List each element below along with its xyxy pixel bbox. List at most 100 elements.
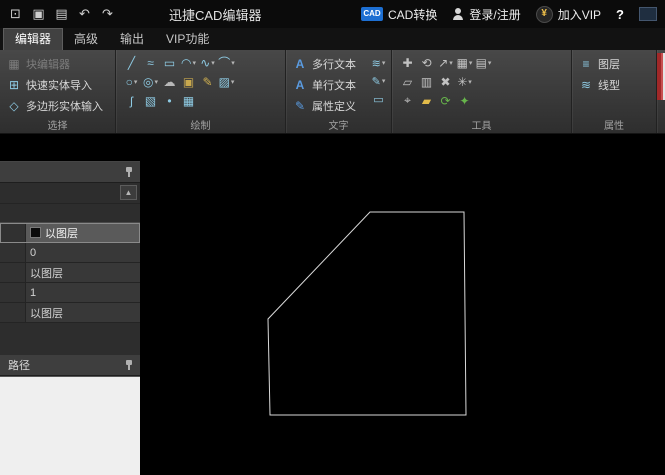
single-line-text-icon: A — [295, 77, 305, 92]
undo-icon[interactable]: ↶ — [75, 4, 94, 24]
login-register-button[interactable]: 登录/注册 — [452, 6, 521, 23]
text-frame-icon[interactable]: ▭ — [370, 91, 387, 107]
cad-convert-button[interactable]: CAD CAD转换 — [361, 6, 437, 23]
line-icon[interactable]: ╱ — [123, 54, 140, 71]
table-icon[interactable]: ▦ — [180, 92, 197, 109]
linetype-icon: ≋ — [580, 77, 592, 92]
property-row-linetype[interactable]: 以图层 — [0, 263, 140, 283]
dropdown-caret[interactable]: ▾ — [231, 59, 235, 67]
image-icon[interactable]: ▣ — [180, 73, 197, 90]
property-row-lineweight[interactable]: 以图层 — [0, 303, 140, 323]
dropdown-caret[interactable]: ▾ — [134, 78, 138, 86]
table-icon-glyph: ▦ — [182, 93, 195, 108]
pencil-icon[interactable]: ✎ — [199, 73, 216, 90]
linetype-button[interactable]: ≋ 线型 — [574, 74, 654, 95]
tab-vip-features[interactable]: VIP功能 — [155, 29, 220, 50]
point-icon[interactable]: • — [161, 92, 178, 109]
path-panel-content — [0, 376, 140, 475]
layer-button[interactable]: ≡ 图层 — [574, 53, 654, 74]
quick-entity-import-button[interactable]: ⊞ 快速实体导入 — [2, 74, 113, 95]
ellipse-icon[interactable]: ◎ ▾ — [142, 73, 159, 90]
block-editor-button[interactable]: ▦ 块编辑器 — [2, 53, 113, 74]
print-icon[interactable]: ▤ — [52, 4, 71, 24]
ribbon-group-tools: ✚ ⟲ ↗ ▾ ▦ ▾ ▤ ▾ ▱ ▥ ✖ ✳ ▾ ⌖ ▰ ⟳ ✦ 工具 — [392, 50, 572, 133]
group-label-text: 文字 — [328, 121, 349, 132]
paste-icon[interactable]: ▥ — [418, 73, 435, 90]
join-vip-label: 加入VIP — [557, 7, 602, 22]
properties-tool-icon-glyph: ▤ — [475, 55, 487, 70]
circle-icon-glyph: ○ — [125, 74, 133, 89]
scroll-up-button[interactable]: ▲ — [120, 185, 137, 200]
text-style-icon[interactable]: ≋ ▾ — [370, 55, 387, 71]
ribbon-group-properties: ≡ 图层 ≋ 线型 属性 — [572, 50, 657, 133]
measure-icon-glyph: ⌖ — [404, 93, 411, 107]
dropdown-caret[interactable]: ▾ — [468, 78, 472, 86]
explode-icon[interactable]: ✳ ▾ — [456, 73, 473, 90]
polygon-entity-input-button[interactable]: ◇ 多边形实体输入 — [2, 95, 113, 116]
path-panel-header[interactable]: 路径 — [0, 355, 140, 376]
erase-icon[interactable]: ✖ — [437, 73, 454, 90]
text-style-icon-glyph: ≋ — [371, 57, 381, 70]
folder-icon[interactable]: ▰ — [418, 92, 435, 109]
property-row-color[interactable]: 以图层 — [0, 223, 140, 243]
array-icon[interactable]: ▦ ▾ — [456, 54, 473, 71]
leader-icon[interactable]: ⌒ ▾ — [218, 54, 235, 71]
rotate-icon[interactable]: ⟲ — [418, 54, 435, 71]
sketch-icon[interactable]: ʃ — [123, 92, 140, 109]
pin-icon[interactable] — [124, 166, 134, 178]
multiline-text-button[interactable]: A 多行文本 — [288, 53, 370, 74]
properties-tool-icon[interactable]: ▤ ▾ — [475, 54, 492, 71]
dropdown-caret[interactable]: ▾ — [449, 59, 453, 67]
measure-icon[interactable]: ⌖ — [399, 92, 416, 109]
hatch-icon[interactable]: ▨ ▾ — [218, 73, 235, 90]
move-icon[interactable]: ✚ — [399, 54, 416, 71]
dropdown-caret[interactable]: ▾ — [382, 59, 386, 67]
property-row-layer[interactable]: 0 — [0, 243, 140, 263]
multiline-text-icon: A — [295, 56, 305, 71]
image-icon-glyph: ▣ — [182, 74, 195, 89]
refresh-icon-glyph: ⟳ — [440, 93, 451, 108]
rectangle-icon[interactable]: ▭ — [161, 54, 178, 71]
dropdown-caret[interactable]: ▾ — [231, 78, 235, 86]
dropdown-caret[interactable]: ▾ — [192, 59, 196, 67]
revision-cloud-icon[interactable]: ☁ — [161, 73, 178, 90]
redo-icon[interactable]: ↷ — [98, 4, 117, 24]
cad-badge-icon: CAD — [361, 7, 384, 21]
property-row-scale[interactable]: 1 — [0, 283, 140, 303]
gradient-icon[interactable]: ▧ — [142, 92, 159, 109]
ellipse-icon-glyph: ◎ — [143, 74, 154, 89]
spline-icon[interactable]: ∿ ▾ — [199, 54, 216, 71]
copy-icon[interactable]: ▱ — [399, 73, 416, 90]
properties-panel-header[interactable] — [0, 162, 140, 183]
tab-output[interactable]: 输出 — [109, 29, 155, 50]
scale-icon[interactable]: ↗ ▾ — [437, 54, 454, 71]
help-button[interactable]: ? — [616, 7, 624, 22]
dropdown-caret[interactable]: ▾ — [382, 77, 386, 85]
move-icon-glyph: ✚ — [402, 55, 413, 70]
pin-icon[interactable] — [124, 359, 134, 371]
login-register-label: 登录/注册 — [469, 7, 521, 22]
polyline-icon[interactable]: ≈ — [142, 54, 159, 71]
dropdown-caret[interactable]: ▾ — [488, 59, 492, 67]
dropdown-caret[interactable]: ▾ — [469, 59, 473, 67]
multiline-text-label: 多行文本 — [312, 58, 356, 71]
attribute-define-button[interactable]: ✎ 属性定义 — [288, 95, 370, 116]
arc-icon[interactable]: ◠ ▾ — [180, 54, 197, 71]
drawn-polygon[interactable] — [267, 211, 467, 416]
tab-editor[interactable]: 编辑器 — [3, 28, 64, 50]
text-edit-icon[interactable]: ✎ ▾ — [370, 73, 387, 89]
yen-icon: ¥ — [535, 5, 553, 23]
feedback-icon[interactable] — [639, 7, 657, 21]
dropdown-caret[interactable]: ▾ — [154, 78, 158, 86]
properties-panel: ▲ 以图层 0 以图层 1 以图层 路径 — [0, 161, 140, 475]
circle-icon[interactable]: ○ ▾ — [123, 73, 140, 90]
star-icon[interactable]: ✦ — [456, 92, 473, 109]
app-title: 迅捷CAD编辑器 — [169, 7, 262, 23]
join-vip-button[interactable]: ¥ 加入VIP — [535, 5, 602, 23]
refresh-icon[interactable]: ⟳ — [437, 92, 454, 109]
single-line-text-button[interactable]: A 单行文本 — [288, 74, 370, 95]
app-icon[interactable]: ⊡ — [6, 4, 25, 24]
tab-advanced[interactable]: 高级 — [63, 29, 109, 50]
save-icon[interactable]: ▣ — [29, 4, 48, 24]
dropdown-caret[interactable]: ▾ — [211, 59, 215, 67]
